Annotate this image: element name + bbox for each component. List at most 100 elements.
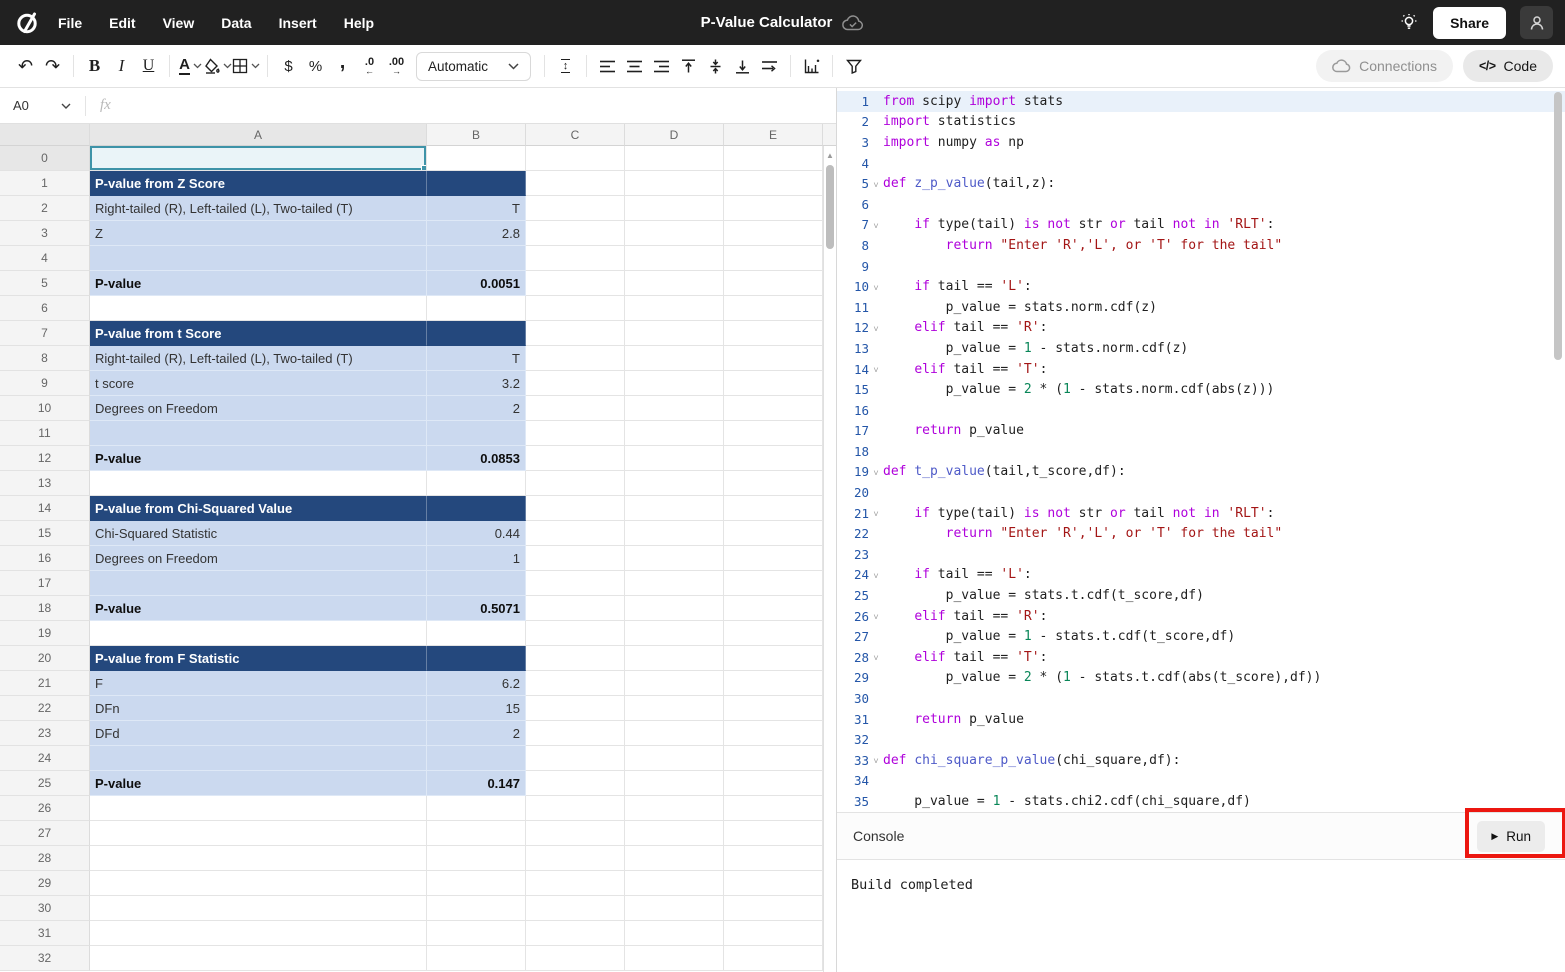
cell-B14[interactable] [427, 496, 526, 521]
cell-D1[interactable] [625, 171, 724, 196]
cell-C6[interactable] [526, 296, 625, 321]
cell-B17[interactable] [427, 571, 526, 596]
cell-E29[interactable] [724, 871, 823, 896]
cell-C26[interactable] [526, 796, 625, 821]
cell-B3[interactable]: 2.8 [427, 221, 526, 246]
cell-B26[interactable] [427, 796, 526, 821]
cell-C4[interactable] [526, 246, 625, 271]
cell-A19[interactable] [90, 621, 427, 646]
cell-C25[interactable] [526, 771, 625, 796]
code-line[interactable]: 29 p_value = 2 * (1 - stats.t.cdf(abs(t_… [837, 668, 1565, 689]
cell-A14[interactable]: P-value from Chi-Squared Value [90, 496, 427, 521]
cell-A11[interactable] [90, 421, 427, 446]
cell-E24[interactable] [724, 746, 823, 771]
code-line[interactable]: 21˅ if type(tail) is not str or tail not… [837, 503, 1565, 524]
code-line[interactable]: 22 return "Enter 'R','L', or 'T' for the… [837, 523, 1565, 544]
code-editor[interactable]: 1from scipy import stats2import statisti… [837, 88, 1565, 812]
code-line[interactable]: 25 p_value = stats.t.cdf(t_score,df) [837, 585, 1565, 606]
cell-C12[interactable] [526, 446, 625, 471]
cell-A18[interactable]: P-value [90, 596, 427, 621]
cell-D0[interactable] [625, 146, 724, 171]
cell-B10[interactable]: 2 [427, 396, 526, 421]
row-header-15[interactable]: 15 [0, 521, 90, 546]
code-line[interactable]: 16 [837, 400, 1565, 421]
column-header-C[interactable]: C [526, 124, 625, 146]
sheet-vertical-scrollbar[interactable]: ▲ [823, 146, 836, 972]
cell-D8[interactable] [625, 346, 724, 371]
code-line[interactable]: 4 [837, 153, 1565, 174]
cell-A1[interactable]: P-value from Z Score [90, 171, 427, 196]
row-header-9[interactable]: 9 [0, 371, 90, 396]
align-right-icon[interactable] [648, 51, 675, 81]
text-overflow-icon[interactable] [756, 51, 783, 81]
code-scrollbar-thumb[interactable] [1554, 92, 1562, 360]
cell-C8[interactable] [526, 346, 625, 371]
insert-chart-icon[interactable] [798, 51, 825, 81]
cell-A9[interactable]: t score [90, 371, 427, 396]
cell-B7[interactable] [427, 321, 526, 346]
code-line[interactable]: 28˅ elif tail == 'T': [837, 647, 1565, 668]
cell-D29[interactable] [625, 871, 724, 896]
cell-E30[interactable] [724, 896, 823, 921]
align-bottom-icon[interactable] [729, 51, 756, 81]
cell-E9[interactable] [724, 371, 823, 396]
cell-D23[interactable] [625, 721, 724, 746]
row-header-32[interactable]: 32 [0, 946, 90, 971]
column-header-E[interactable]: E [724, 124, 823, 146]
row-header-22[interactable]: 22 [0, 696, 90, 721]
cell-C27[interactable] [526, 821, 625, 846]
cell-C31[interactable] [526, 921, 625, 946]
cell-C29[interactable] [526, 871, 625, 896]
row-header-4[interactable]: 4 [0, 246, 90, 271]
cell-A28[interactable] [90, 846, 427, 871]
row-header-17[interactable]: 17 [0, 571, 90, 596]
cell-A13[interactable] [90, 471, 427, 496]
row-header-16[interactable]: 16 [0, 546, 90, 571]
cell-B12[interactable]: 0.0853 [427, 446, 526, 471]
cell-A26[interactable] [90, 796, 427, 821]
cell-E12[interactable] [724, 446, 823, 471]
cell-C11[interactable] [526, 421, 625, 446]
code-line[interactable]: 8 return "Enter 'R','L', or 'T' for the … [837, 235, 1565, 256]
cell-D25[interactable] [625, 771, 724, 796]
row-header-14[interactable]: 14 [0, 496, 90, 521]
cell-D11[interactable] [625, 421, 724, 446]
cell-B11[interactable] [427, 421, 526, 446]
cell-D13[interactable] [625, 471, 724, 496]
cell-D5[interactable] [625, 271, 724, 296]
cell-A16[interactable]: Degrees on Freedom [90, 546, 427, 571]
align-center-icon[interactable] [621, 51, 648, 81]
row-header-30[interactable]: 30 [0, 896, 90, 921]
row-header-7[interactable]: 7 [0, 321, 90, 346]
row-header-26[interactable]: 26 [0, 796, 90, 821]
filter-icon[interactable] [840, 51, 867, 81]
run-button[interactable]: ▶ Run [1477, 821, 1545, 852]
row-header-6[interactable]: 6 [0, 296, 90, 321]
cell-B2[interactable]: T [427, 196, 526, 221]
code-line[interactable]: 31 return p_value [837, 709, 1565, 730]
code-line[interactable]: 13 p_value = 1 - stats.norm.cdf(z) [837, 338, 1565, 359]
code-line[interactable]: 23 [837, 544, 1565, 565]
cell-C3[interactable] [526, 221, 625, 246]
connections-button[interactable]: Connections [1316, 50, 1453, 82]
select-all-corner[interactable] [0, 124, 90, 146]
cell-B5[interactable]: 0.0051 [427, 271, 526, 296]
cell-B32[interactable] [427, 946, 526, 971]
cell-B23[interactable]: 2 [427, 721, 526, 746]
cell-E13[interactable] [724, 471, 823, 496]
code-line[interactable]: 27 p_value = 1 - stats.t.cdf(t_score,df) [837, 626, 1565, 647]
cell-B19[interactable] [427, 621, 526, 646]
cell-A4[interactable] [90, 246, 427, 271]
cell-E31[interactable] [724, 921, 823, 946]
cell-D27[interactable] [625, 821, 724, 846]
cell-E27[interactable] [724, 821, 823, 846]
cell-E16[interactable] [724, 546, 823, 571]
code-line[interactable]: 30 [837, 688, 1565, 709]
fill-color-button[interactable] [204, 51, 232, 81]
align-middle-icon[interactable] [702, 51, 729, 81]
cell-A0[interactable] [90, 146, 427, 171]
underline-button[interactable]: U [135, 51, 162, 81]
cell-A10[interactable]: Degrees on Freedom [90, 396, 427, 421]
cell-D3[interactable] [625, 221, 724, 246]
cell-B31[interactable] [427, 921, 526, 946]
